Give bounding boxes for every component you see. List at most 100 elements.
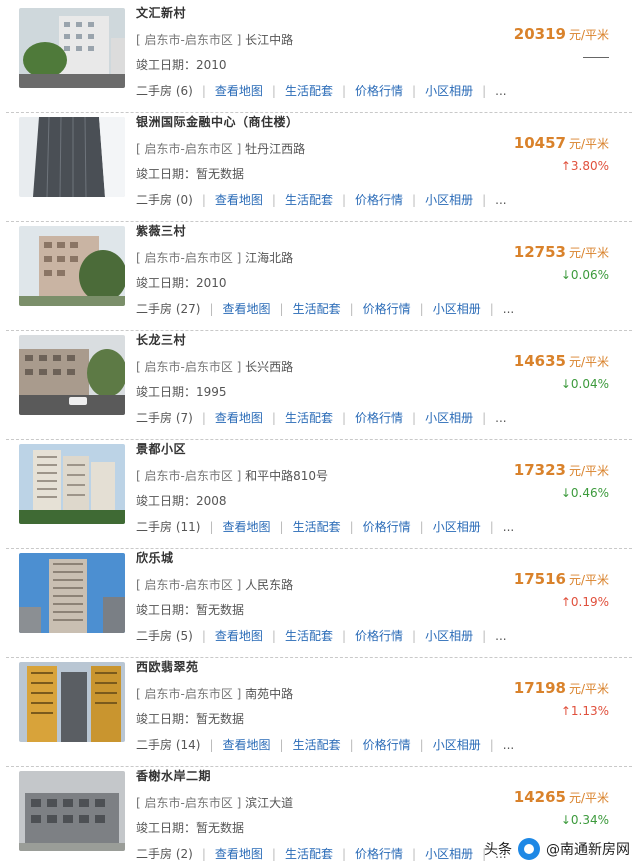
community-address: [ 启东市-启东市区 ] 长江中路 — [136, 31, 293, 48]
view-map-link[interactable]: 查看地图 — [215, 845, 263, 862]
album-link[interactable]: 小区相册 — [433, 736, 481, 753]
link-separator: | — [482, 628, 487, 643]
price-trend-link[interactable]: 价格行情 — [363, 300, 411, 317]
amenities-link[interactable]: 生活配套 — [285, 82, 333, 99]
property-photo[interactable] — [19, 8, 125, 88]
community-address: [ 启东市-启东市区 ] 人民东路 — [136, 576, 293, 593]
view-map-link[interactable]: 查看地图 — [215, 409, 263, 426]
listing-item[interactable]: 银洲国际金融中心（商住楼） [ 启东市-启东市区 ] 牡丹江西路 竣工日期：暂无… — [6, 113, 632, 222]
community-name[interactable]: 银洲国际金融中心（商住楼） — [136, 113, 299, 130]
price-change: ↓0.06% — [560, 268, 609, 282]
link-separator: | — [271, 410, 276, 425]
community-address: [ 启东市-启东市区 ] 南苑中路 — [136, 685, 293, 702]
price-unit: 元/平米 — [568, 28, 609, 42]
amenities-link[interactable]: 生活配套 — [285, 191, 333, 208]
amenities-link[interactable]: 生活配套 — [285, 409, 333, 426]
price-change — [583, 50, 609, 64]
view-map-link[interactable]: 查看地图 — [215, 627, 263, 644]
album-link[interactable]: 小区相册 — [425, 845, 473, 862]
resale-link[interactable]: 二手房 (11) — [136, 518, 200, 535]
property-photo[interactable] — [19, 771, 125, 851]
view-map-link[interactable]: 查看地图 — [215, 191, 263, 208]
property-photo[interactable] — [19, 226, 125, 306]
link-separator: | — [279, 737, 284, 752]
more-link[interactable]: ... — [503, 302, 514, 316]
address-district: [ 启东市-启东市区 ] — [136, 142, 242, 156]
link-separator: | — [271, 83, 276, 98]
listing-item[interactable]: 文汇新村 [ 启东市-启东市区 ] 长江中路 竣工日期：2010 二手房 (6)… — [6, 4, 632, 113]
resale-link[interactable]: 二手房 (27) — [136, 300, 200, 317]
listing-item[interactable]: 紫薇三村 [ 启东市-启东市区 ] 江海北路 竣工日期：2010 二手房 (27… — [6, 222, 632, 331]
link-separator: | — [482, 83, 487, 98]
action-links: 二手房 (2) | 查看地图 | 生活配套 | 价格行情 | 小区相册 | ..… — [136, 845, 507, 862]
view-map-link[interactable]: 查看地图 — [215, 82, 263, 99]
album-link[interactable]: 小区相册 — [425, 409, 473, 426]
watermark-account: @南通新房网 — [546, 842, 630, 858]
price-trend-link[interactable]: 价格行情 — [363, 518, 411, 535]
price-value: 17198 — [513, 679, 566, 697]
price-trend-link[interactable]: 价格行情 — [363, 736, 411, 753]
listing-item[interactable]: 长龙三村 [ 启东市-启东市区 ] 长兴西路 竣工日期：1995 二手房 (7)… — [6, 331, 632, 440]
more-link[interactable]: ... — [503, 738, 514, 752]
price-trend-link[interactable]: 价格行情 — [355, 627, 403, 644]
link-separator: | — [201, 192, 206, 207]
unit-price: 17323 元/平米 — [514, 460, 609, 479]
view-map-link[interactable]: 查看地图 — [223, 518, 271, 535]
more-link[interactable]: ... — [495, 193, 506, 207]
price-trend-link[interactable]: 价格行情 — [355, 82, 403, 99]
community-name[interactable]: 文汇新村 — [136, 4, 186, 21]
property-photo[interactable] — [19, 117, 125, 197]
more-link[interactable]: ... — [495, 84, 506, 98]
property-photo[interactable] — [19, 553, 125, 633]
link-separator: | — [279, 301, 284, 316]
property-photo[interactable] — [19, 335, 125, 415]
price-trend-link[interactable]: 价格行情 — [355, 409, 403, 426]
address-district: [ 启东市-启东市区 ] — [136, 469, 242, 483]
community-name[interactable]: 欣乐城 — [136, 549, 174, 566]
link-separator: | — [201, 410, 206, 425]
view-map-link[interactable]: 查看地图 — [223, 736, 271, 753]
resale-link[interactable]: 二手房 (14) — [136, 736, 200, 753]
link-separator: | — [419, 519, 424, 534]
resale-link[interactable]: 二手房 (2) — [136, 845, 193, 862]
more-link[interactable]: ... — [495, 629, 506, 643]
listing-item[interactable]: 西欧翡翠苑 [ 启东市-启东市区 ] 南苑中路 竣工日期：暂无数据 二手房 (1… — [6, 658, 632, 767]
price-unit: 元/平米 — [568, 682, 609, 696]
resale-link[interactable]: 二手房 (5) — [136, 627, 193, 644]
price-unit: 元/平米 — [568, 791, 609, 805]
album-link[interactable]: 小区相册 — [433, 300, 481, 317]
more-link[interactable]: ... — [503, 520, 514, 534]
price-change: ↓0.04% — [560, 377, 609, 391]
view-map-link[interactable]: 查看地图 — [223, 300, 271, 317]
listing-item[interactable]: 景都小区 [ 启东市-启东市区 ] 和平中路810号 竣工日期：2008 二手房… — [6, 440, 632, 549]
account-avatar-icon — [518, 838, 540, 860]
price-trend-link[interactable]: 价格行情 — [355, 845, 403, 862]
amenities-link[interactable]: 生活配套 — [293, 300, 341, 317]
listing-item[interactable]: 欣乐城 [ 启东市-启东市区 ] 人民东路 竣工日期：暂无数据 二手房 (5) … — [6, 549, 632, 658]
album-link[interactable]: 小区相册 — [433, 518, 481, 535]
link-separator: | — [271, 628, 276, 643]
price-unit: 元/平米 — [568, 464, 609, 478]
community-name[interactable]: 紫薇三村 — [136, 222, 186, 239]
album-link[interactable]: 小区相册 — [425, 82, 473, 99]
resale-link[interactable]: 二手房 (0) — [136, 191, 193, 208]
more-link[interactable]: ... — [495, 411, 506, 425]
property-photo[interactable] — [19, 662, 125, 742]
community-name[interactable]: 西欧翡翠苑 — [136, 658, 199, 675]
resale-link[interactable]: 二手房 (7) — [136, 409, 193, 426]
property-photo[interactable] — [19, 444, 125, 524]
address-street: 和平中路810号 — [245, 469, 329, 483]
album-link[interactable]: 小区相册 — [425, 191, 473, 208]
price-change: ↓0.46% — [560, 486, 609, 500]
amenities-link[interactable]: 生活配套 — [293, 518, 341, 535]
amenities-link[interactable]: 生活配套 — [285, 845, 333, 862]
price-unit: 元/平米 — [568, 355, 609, 369]
amenities-link[interactable]: 生活配套 — [293, 736, 341, 753]
amenities-link[interactable]: 生活配套 — [285, 627, 333, 644]
album-link[interactable]: 小区相册 — [425, 627, 473, 644]
community-name[interactable]: 景都小区 — [136, 440, 186, 457]
community-name[interactable]: 香榭水岸二期 — [136, 767, 211, 784]
community-name[interactable]: 长龙三村 — [136, 331, 186, 348]
resale-link[interactable]: 二手房 (6) — [136, 82, 193, 99]
price-trend-link[interactable]: 价格行情 — [355, 191, 403, 208]
